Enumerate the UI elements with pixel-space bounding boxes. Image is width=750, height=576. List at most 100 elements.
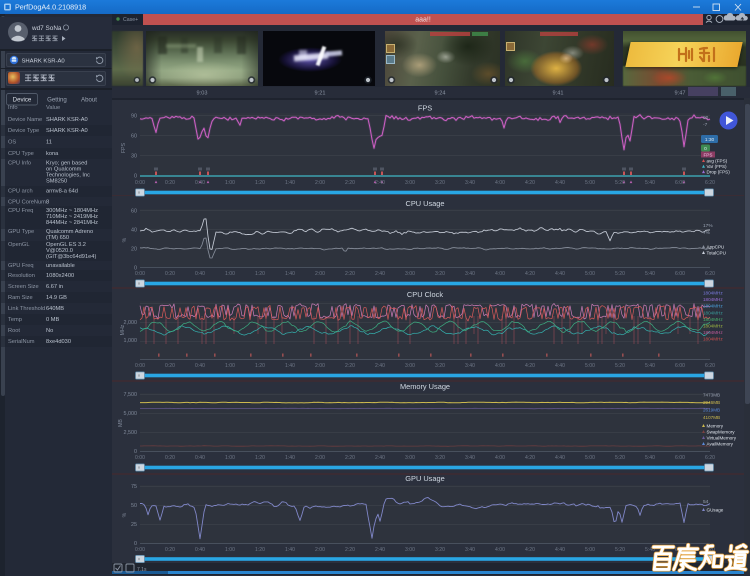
svg-text:5:40: 5:40 [645, 363, 655, 369]
svg-text:17%: 17% [703, 223, 713, 229]
svg-text:2,500: 2,500 [124, 430, 138, 436]
svg-text:1:20: 1:20 [255, 180, 265, 186]
svg-text:GPU Freq: GPU Freq [8, 263, 34, 269]
svg-text:1080x2400: 1080x2400 [46, 273, 74, 279]
svg-text:1804MHz: 1804MHz [703, 330, 723, 335]
svg-text:20: 20 [131, 247, 137, 253]
svg-text:5:20: 5:20 [615, 180, 625, 186]
svg-text:3:00: 3:00 [405, 363, 415, 369]
svg-text:1804MHz: 1804MHz [703, 317, 723, 322]
svg-text:6:20: 6:20 [705, 455, 715, 461]
svg-text:6.67 in: 6.67 in [46, 284, 63, 290]
svg-text:844MHz ~ 2841MHz: 844MHz ~ 2841MHz [46, 220, 98, 226]
svg-text:0:00: 0:00 [135, 180, 145, 186]
svg-text:%: % [122, 512, 128, 517]
svg-text:%: % [122, 237, 128, 242]
svg-text:4:40: 4:40 [555, 271, 565, 277]
svg-text:1:40: 1:40 [285, 455, 295, 461]
svg-text:AvailMemory: AvailMemory [707, 442, 734, 447]
svg-text:2:00: 2:00 [315, 271, 325, 277]
svg-text:5:20: 5:20 [615, 455, 625, 461]
svg-text:8xe4d030: 8xe4d030 [46, 339, 71, 345]
svg-text:FPS: FPS [704, 152, 713, 157]
svg-text:1:40: 1:40 [285, 547, 295, 553]
svg-text:1:20: 1:20 [255, 363, 265, 369]
svg-text:9:24: 9:24 [435, 91, 446, 97]
svg-text:11: 11 [46, 140, 52, 146]
svg-text:0: 0 [134, 174, 137, 180]
svg-text:75: 75 [131, 484, 137, 490]
svg-text:90: 90 [131, 114, 137, 120]
svg-text:FPS: FPS [418, 104, 432, 113]
svg-text:1804MHz: 1804MHz [703, 337, 723, 342]
svg-text:VirtualMemory: VirtualMemory [707, 436, 737, 441]
svg-text:3:20: 3:20 [435, 271, 445, 277]
svg-text:5:40: 5:40 [645, 271, 655, 277]
svg-text:(GIT@3bc64d91e4): (GIT@3bc64d91e4) [46, 254, 96, 260]
svg-text:0:00: 0:00 [135, 455, 145, 461]
svg-text:2:00: 2:00 [315, 180, 325, 186]
svg-text:OS: OS [8, 140, 16, 146]
svg-text:4:00: 4:00 [495, 547, 505, 553]
svg-text:(TM) 650: (TM) 650 [46, 235, 69, 241]
svg-text:0:40: 0:40 [195, 455, 205, 461]
svg-text:1:00: 1:00 [225, 455, 235, 461]
svg-text:4:00: 4:00 [495, 455, 505, 461]
svg-text:2:40: 2:40 [375, 363, 385, 369]
svg-text:7.1s: 7.1s [137, 567, 147, 573]
svg-text:3:00: 3:00 [405, 455, 415, 461]
svg-text:1:00: 1:00 [225, 363, 235, 369]
svg-text:1:00: 1:00 [225, 180, 235, 186]
svg-text:8: 8 [46, 200, 49, 206]
svg-text:3:20: 3:20 [435, 547, 445, 553]
svg-text:5:00: 5:00 [585, 547, 595, 553]
svg-text:1804MHz: 1804MHz [703, 291, 723, 296]
svg-text:0:40: 0:40 [195, 271, 205, 277]
svg-text:5:00: 5:00 [585, 455, 595, 461]
svg-text:14.9 GB: 14.9 GB [46, 295, 67, 301]
svg-text:3:20: 3:20 [435, 180, 445, 186]
svg-text:SwapMemory: SwapMemory [707, 430, 736, 435]
svg-text:Screen Size: Screen Size [8, 284, 39, 290]
svg-text:FPS: FPS [121, 142, 127, 153]
svg-text:4107MB: 4107MB [703, 415, 720, 420]
svg-text:1804MHz: 1804MHz [703, 324, 723, 329]
svg-text:CPU arch: CPU arch [8, 189, 33, 195]
svg-text:GPU Type: GPU Type [8, 229, 34, 235]
svg-text:5:00: 5:00 [585, 363, 595, 369]
svg-text:Memory Usage: Memory Usage [400, 382, 450, 391]
svg-text:5:00: 5:00 [585, 180, 595, 186]
svg-text:CPU Usage: CPU Usage [405, 199, 444, 208]
svg-text:4:20: 4:20 [525, 180, 535, 186]
svg-text:Info: Info [8, 105, 18, 111]
svg-text:Device: Device [13, 97, 32, 104]
svg-text:4:00: 4:00 [495, 180, 505, 186]
svg-text:CPU CoreNum: CPU CoreNum [8, 200, 46, 206]
svg-text:Var (FPS): Var (FPS) [707, 164, 728, 169]
svg-text:6:20: 6:20 [705, 271, 715, 277]
svg-text:5,000: 5,000 [124, 411, 138, 417]
svg-text:0:20: 0:20 [165, 271, 175, 277]
svg-text:TotalCPU: TotalCPU [707, 251, 726, 256]
svg-text:No: No [46, 328, 53, 334]
svg-text:Device Type: Device Type [8, 128, 39, 134]
svg-text:0:20: 0:20 [165, 455, 175, 461]
svg-text:4:40: 4:40 [555, 363, 565, 369]
svg-text:Drop (FPS): Drop (FPS) [707, 170, 731, 175]
svg-text:2946MB: 2946MB [703, 400, 720, 405]
svg-text:5:20: 5:20 [615, 271, 625, 277]
svg-text:1804MHz: 1804MHz [703, 304, 723, 309]
svg-text:MB: MB [118, 419, 124, 427]
svg-text:-7: -7 [703, 122, 708, 128]
svg-text:4:00: 4:00 [495, 271, 505, 277]
svg-text:5:20: 5:20 [615, 363, 625, 369]
svg-text:0: 0 [704, 146, 707, 152]
svg-text:5:40: 5:40 [645, 180, 655, 186]
svg-text:4:40: 4:40 [555, 180, 565, 186]
svg-text:armv8-a 64d: armv8-a 64d [46, 189, 78, 195]
svg-text:6:00: 6:00 [675, 180, 685, 186]
svg-text:AppCPU: AppCPU [707, 245, 725, 250]
svg-text:0:20: 0:20 [165, 180, 175, 186]
svg-text:1:00: 1:00 [225, 271, 235, 277]
svg-text:4:20: 4:20 [525, 455, 535, 461]
